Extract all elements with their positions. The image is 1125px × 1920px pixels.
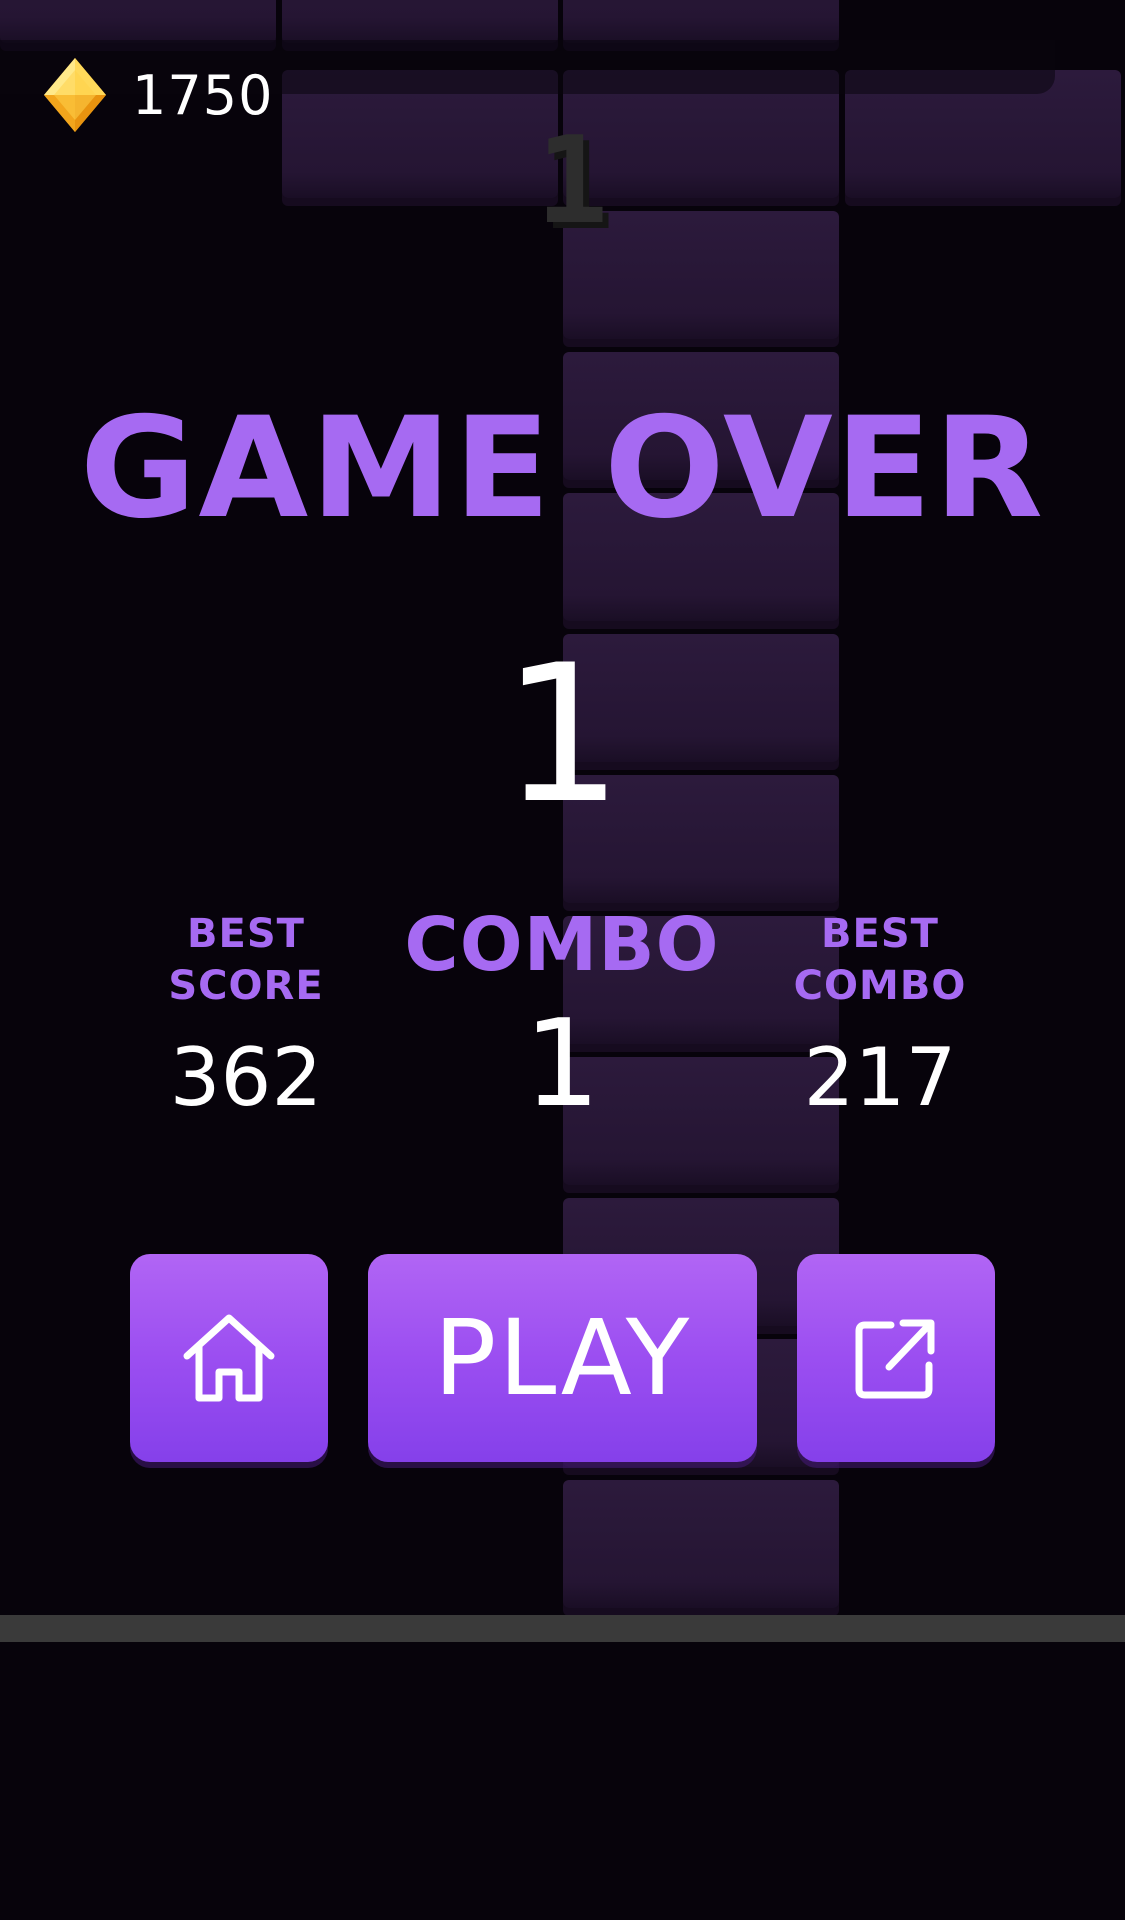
best-combo-label-line1: BEST: [821, 911, 939, 957]
share-button[interactable]: [797, 1254, 995, 1462]
gem-icon: [44, 58, 106, 132]
bg-tile: [0, 0, 276, 43]
best-combo-value: 217: [803, 1031, 957, 1124]
home-icon: [183, 1314, 275, 1402]
game-over-title: GAME OVER: [79, 387, 1046, 550]
best-combo-label: BEST COMBO: [760, 908, 1000, 1012]
combo-label: COMBO: [404, 902, 720, 988]
bg-tile: [282, 0, 558, 43]
gem-count: 1750: [132, 63, 274, 127]
ghost-score: 1: [536, 112, 609, 251]
best-score-value: 362: [169, 1031, 323, 1124]
best-score-label-line2: SCORE: [168, 963, 324, 1009]
best-score-label: BEST SCORE: [126, 908, 366, 1012]
floor-line: [0, 1615, 1125, 1642]
play-button-label: PLAY: [433, 1297, 692, 1419]
bg-tile: [563, 0, 839, 43]
play-button[interactable]: PLAY: [368, 1254, 757, 1462]
combo-value: 1: [523, 995, 601, 1134]
bg-tile: [563, 1480, 839, 1608]
best-combo-label-line2: COMBO: [793, 963, 967, 1009]
gem-counter: 1750: [40, 55, 273, 135]
current-score: 1: [502, 624, 623, 845]
share-icon: [855, 1319, 935, 1399]
home-button[interactable]: [130, 1254, 328, 1462]
best-score-label-line1: BEST: [187, 911, 305, 957]
